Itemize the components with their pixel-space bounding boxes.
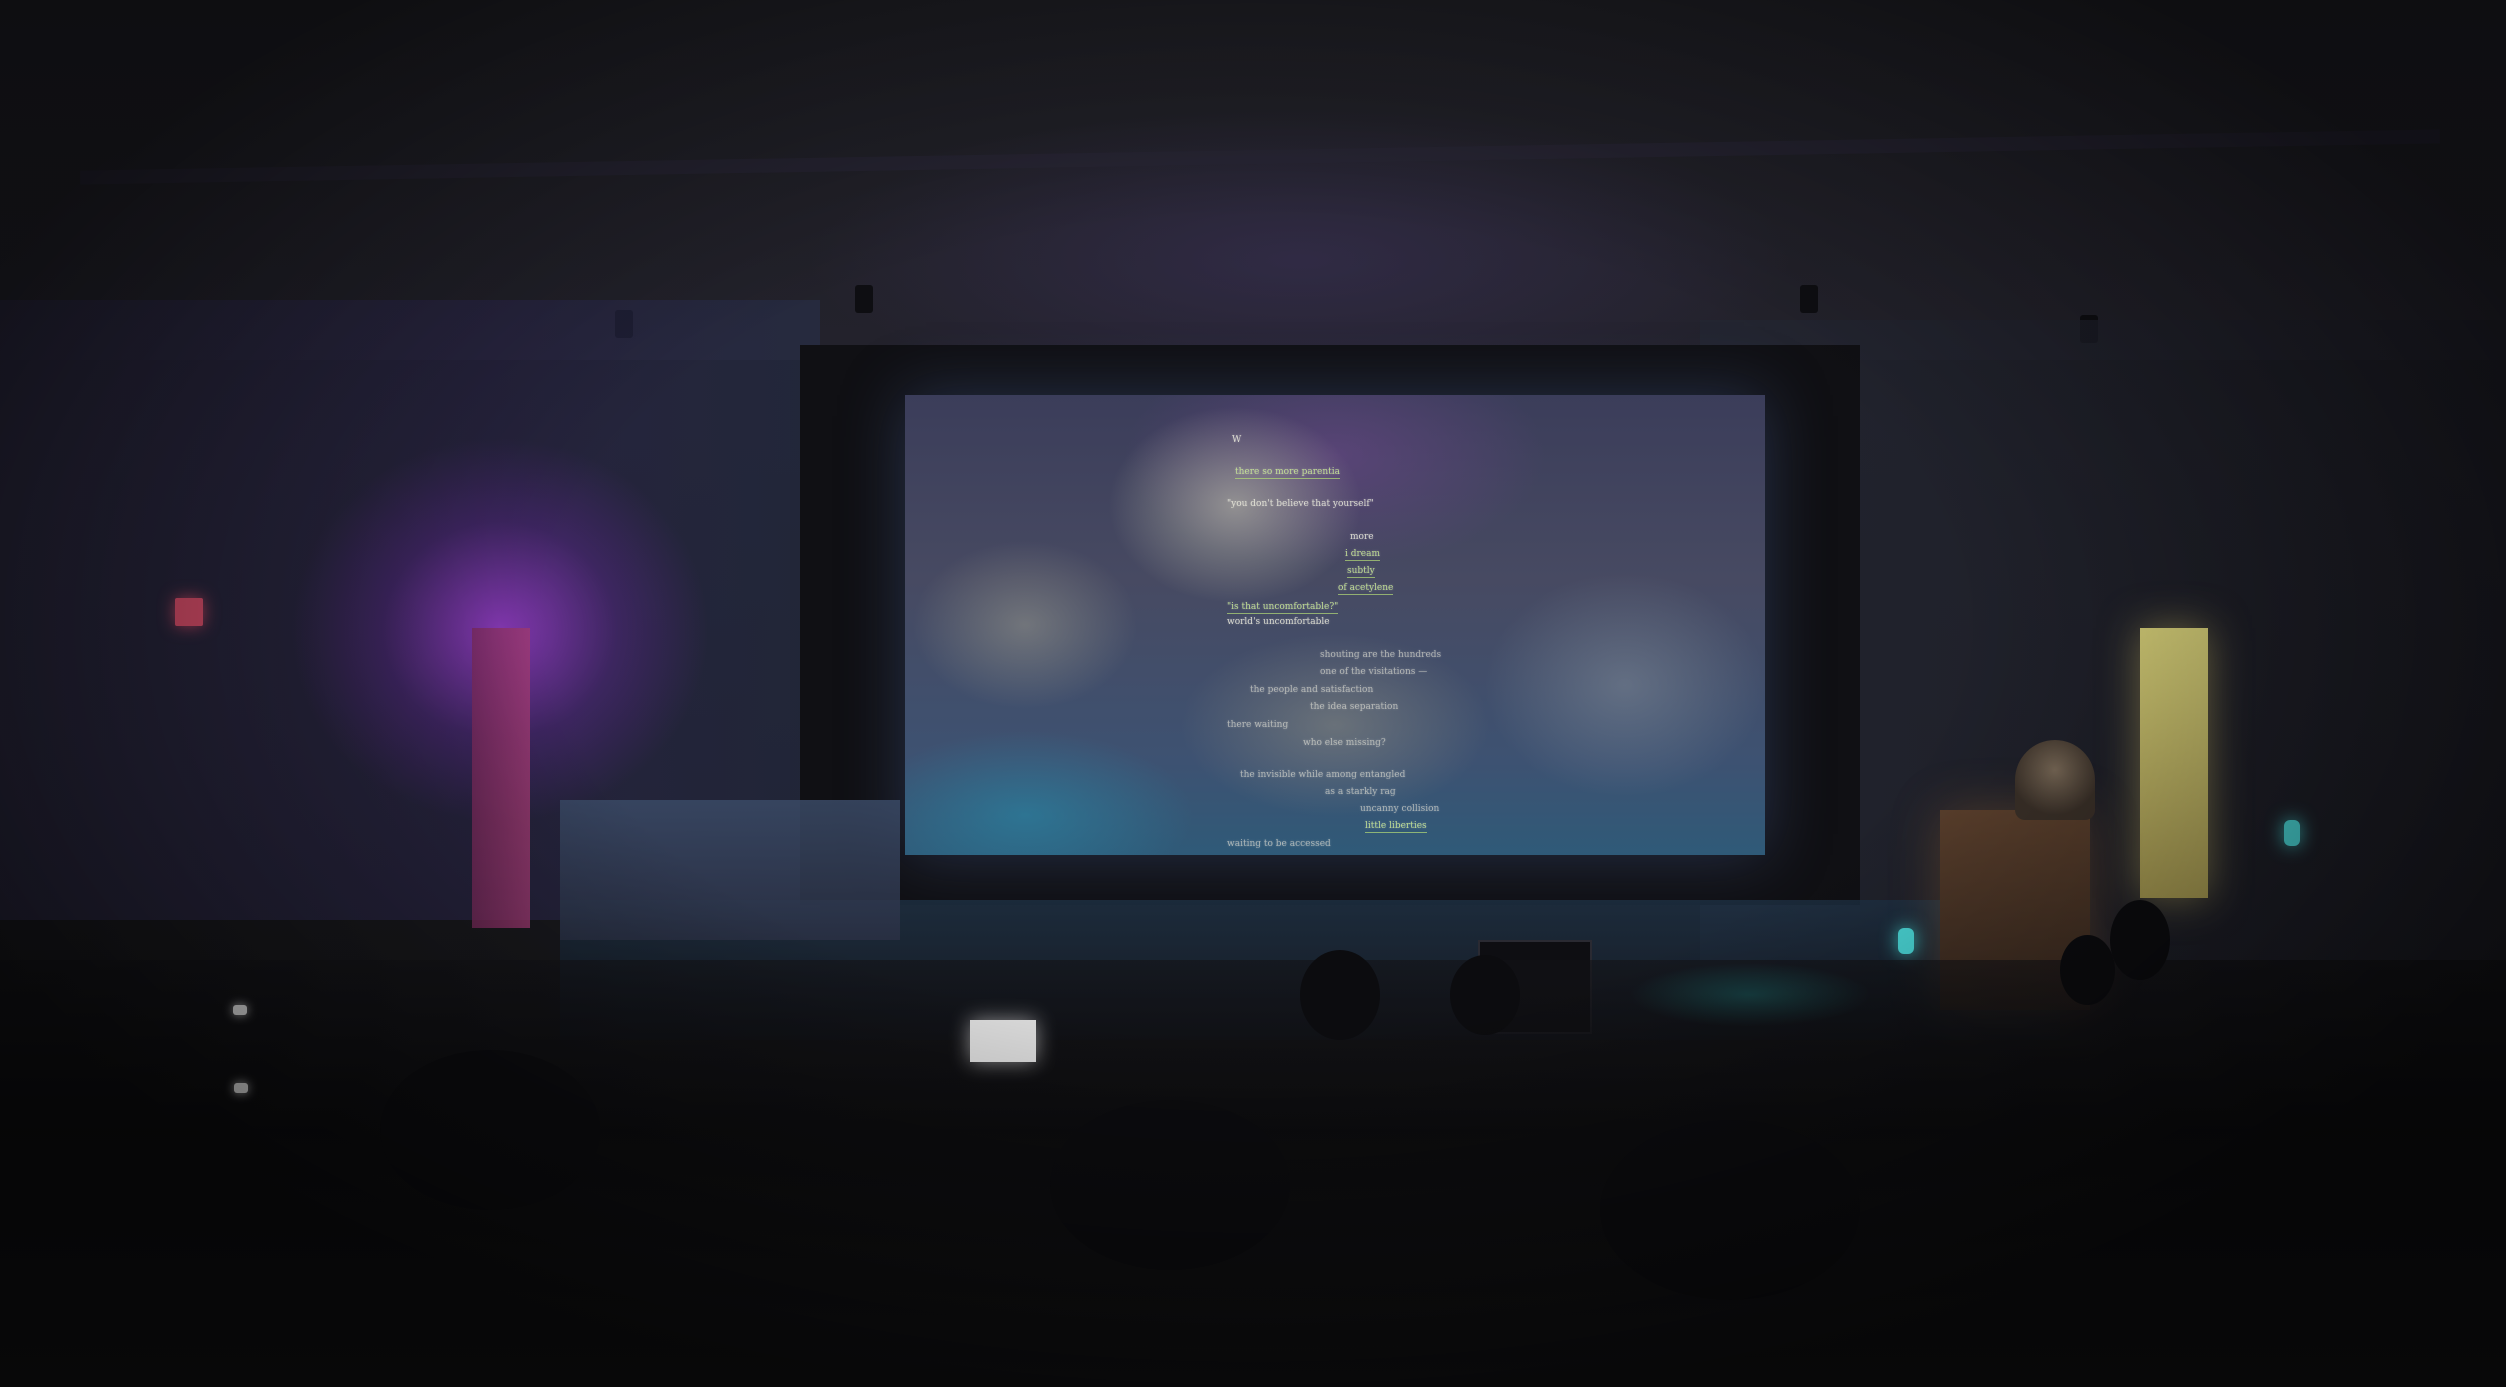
exit-sign <box>175 598 203 626</box>
poem-line: uncanny collision <box>1360 804 1440 814</box>
poem-line: little liberties <box>1365 821 1427 833</box>
phone-light <box>234 1083 248 1093</box>
track-light <box>1800 285 1818 313</box>
audience-head <box>1300 950 1380 1040</box>
equipment-table <box>560 800 900 940</box>
poem-line: subtly <box>1347 566 1375 578</box>
poem-line: as a starkly rag <box>1325 787 1396 797</box>
poem-line: i dream <box>1345 549 1381 561</box>
poem-line: the invisible while among entangled <box>1240 770 1406 780</box>
projection-screen: W there so more parentia "you don't beli… <box>905 395 1765 855</box>
poem-line: W <box>1232 435 1242 445</box>
poem-line: there waiting <box>1227 720 1289 730</box>
poem-line: shouting are the hundreds <box>1320 650 1442 660</box>
phone-light <box>233 1005 247 1015</box>
lit-pillar <box>472 628 530 928</box>
audience-head <box>380 1050 600 1210</box>
stand-light <box>2284 820 2300 846</box>
poem-line: world's uncomfortable <box>1227 617 1330 627</box>
poem-line: one of the visitations — <box>1320 667 1428 677</box>
audience-head <box>1600 1120 1860 1300</box>
speaker-at-podium <box>2015 740 2095 820</box>
stand-light <box>1898 928 1914 954</box>
poem-line: the people and satisfaction <box>1250 685 1374 695</box>
poem-line: of acetylene <box>1338 583 1394 595</box>
audience-head <box>1450 955 1520 1035</box>
poem-line: waiting to be accessed <box>1227 839 1331 849</box>
audience-head <box>2060 935 2115 1005</box>
poem-line: there so more parentia <box>1235 467 1340 479</box>
audience-head <box>1050 1100 1290 1270</box>
auditorium-scene: W there so more parentia "you don't beli… <box>0 0 2506 1387</box>
poem-line: more <box>1350 532 1374 542</box>
poem-line: "is that uncomfortable?" <box>1227 602 1339 614</box>
poem-line: who else missing? <box>1303 738 1386 748</box>
audience-head <box>2110 900 2170 980</box>
track-light <box>855 285 873 313</box>
poem-line: "you don't believe that yourself" <box>1227 499 1374 509</box>
poem-line: the idea separation <box>1310 702 1399 712</box>
laptop-screen <box>970 1020 1036 1062</box>
lit-doorway <box>2140 628 2208 898</box>
